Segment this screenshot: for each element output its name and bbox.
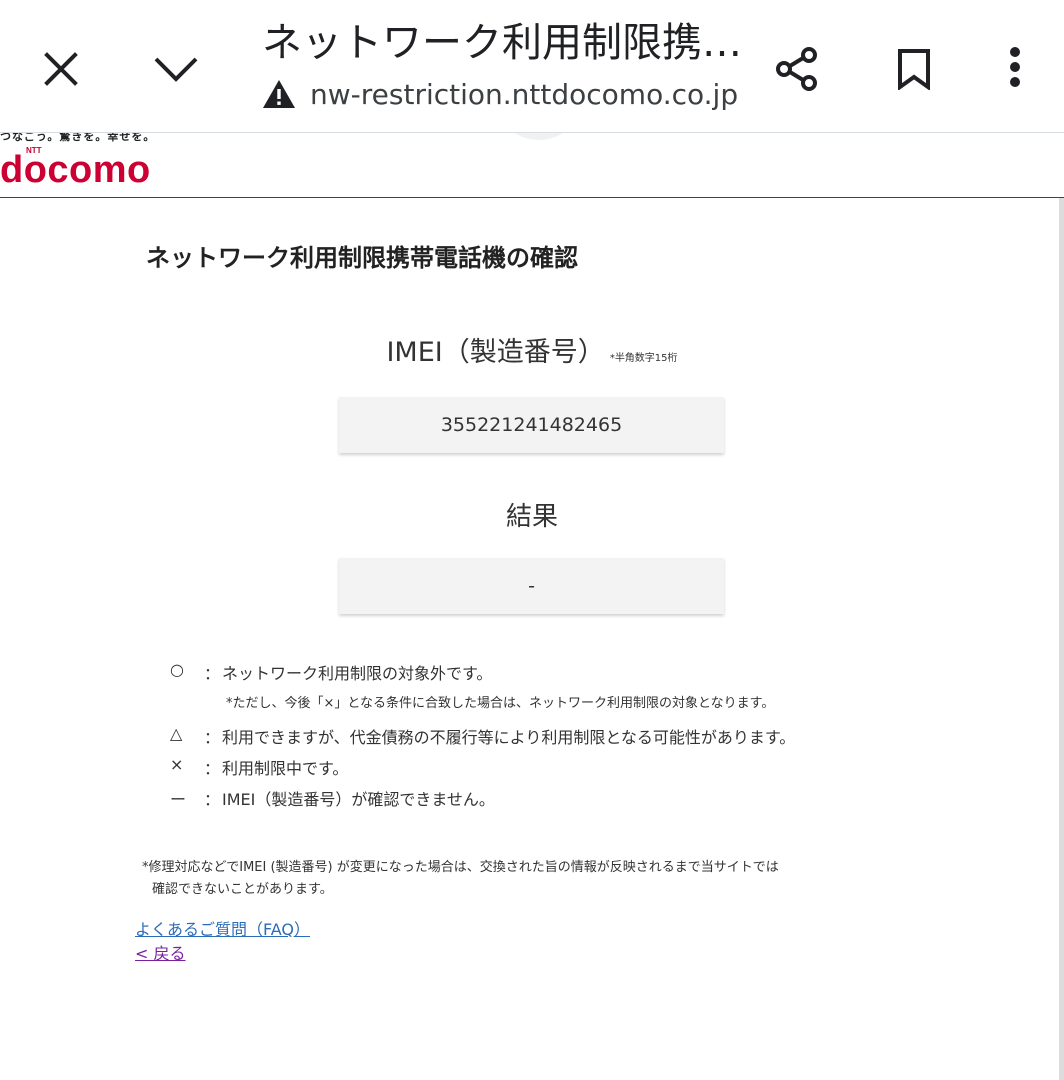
chevron-down-icon — [154, 57, 198, 82]
result-field: - — [339, 558, 724, 614]
legend-colon: ： — [204, 728, 221, 747]
imei-label: IMEI（製造番号） *半角数字15桁 — [0, 330, 1064, 369]
legend-text: ネットワーク利用制限の対象外です。 — [222, 664, 493, 683]
logo-ntt: NTT — [26, 146, 42, 155]
legend-item: ○ ： ネットワーク利用制限の対象外です。 — [170, 660, 492, 684]
legend-colon: ： — [204, 664, 221, 683]
page-heading: ネットワーク利用制限携帯電話機の確認 — [146, 244, 578, 272]
imei-input[interactable]: 355221241482465 — [339, 397, 724, 453]
imei-label-text: IMEI（製造番号） — [386, 337, 605, 368]
more-menu-button[interactable] — [996, 38, 1034, 96]
more-vert-icon — [1010, 47, 1020, 87]
legend-text: 利用制限中です。 — [222, 759, 349, 778]
chevron-button[interactable] — [148, 44, 204, 94]
close-icon — [44, 52, 78, 86]
logo-text: docomo — [0, 149, 151, 191]
close-button[interactable] — [36, 44, 86, 94]
legend-symbol: ○ — [170, 660, 184, 679]
legend-text: IMEI（製造番号）が確認できません。 — [222, 790, 495, 809]
share-icon — [776, 47, 817, 91]
note-line-1: *修理対応などでIMEI (製造番号) が変更になった場合は、交換された旨の情報… — [142, 860, 779, 875]
legend-symbol: ー — [170, 790, 187, 809]
legend-symbol: △ — [170, 724, 183, 743]
legend-item: ー ： IMEI（製造番号）が確認できません。 — [170, 786, 495, 810]
note-line-2: 確認できないことがあります。 — [152, 882, 333, 897]
legend-colon: ： — [204, 790, 221, 809]
legend-item: △ ： 利用できますが、代金債務の不履行等により利用制限となる可能性があります。 — [170, 724, 795, 748]
legend-item: × ： 利用制限中です。 — [170, 755, 348, 779]
back-link[interactable]: < 戻る — [135, 940, 186, 964]
faq-link[interactable]: よくあるご質問（FAQ） — [135, 916, 310, 940]
browser-toolbar: ネットワーク利用制限携… nw-restriction.nttdocomo.co… — [0, 0, 1064, 133]
url-text: nw-restriction.nttdocomo.co.jp — [310, 77, 739, 111]
warning-icon — [263, 80, 295, 108]
bookmark-icon — [898, 49, 930, 90]
legend-text: 利用できますが、代金債務の不履行等により利用制限となる可能性があります。 — [222, 728, 796, 747]
header-divider — [0, 197, 1064, 198]
share-button[interactable] — [770, 40, 824, 98]
browser-page-title: ネットワーク利用制限携… — [262, 20, 742, 66]
bookmark-button[interactable] — [892, 40, 936, 98]
docomo-logo[interactable]: NTT docomo — [0, 146, 151, 191]
legend-colon: ： — [204, 759, 221, 778]
imei-change-note: *修理対応などでIMEI (製造番号) が変更になった場合は、交換された旨の情報… — [142, 857, 779, 901]
legend-symbol: × — [170, 755, 184, 774]
result-label: 結果 — [505, 502, 558, 532]
legend-sub-note: *ただし、今後「×」となる条件に合致した場合は、ネットワーク利用制限の対象となり… — [226, 696, 775, 711]
imei-hint: *半角数字15桁 — [609, 353, 678, 364]
url-bar[interactable]: nw-restriction.nttdocomo.co.jp — [262, 74, 738, 114]
